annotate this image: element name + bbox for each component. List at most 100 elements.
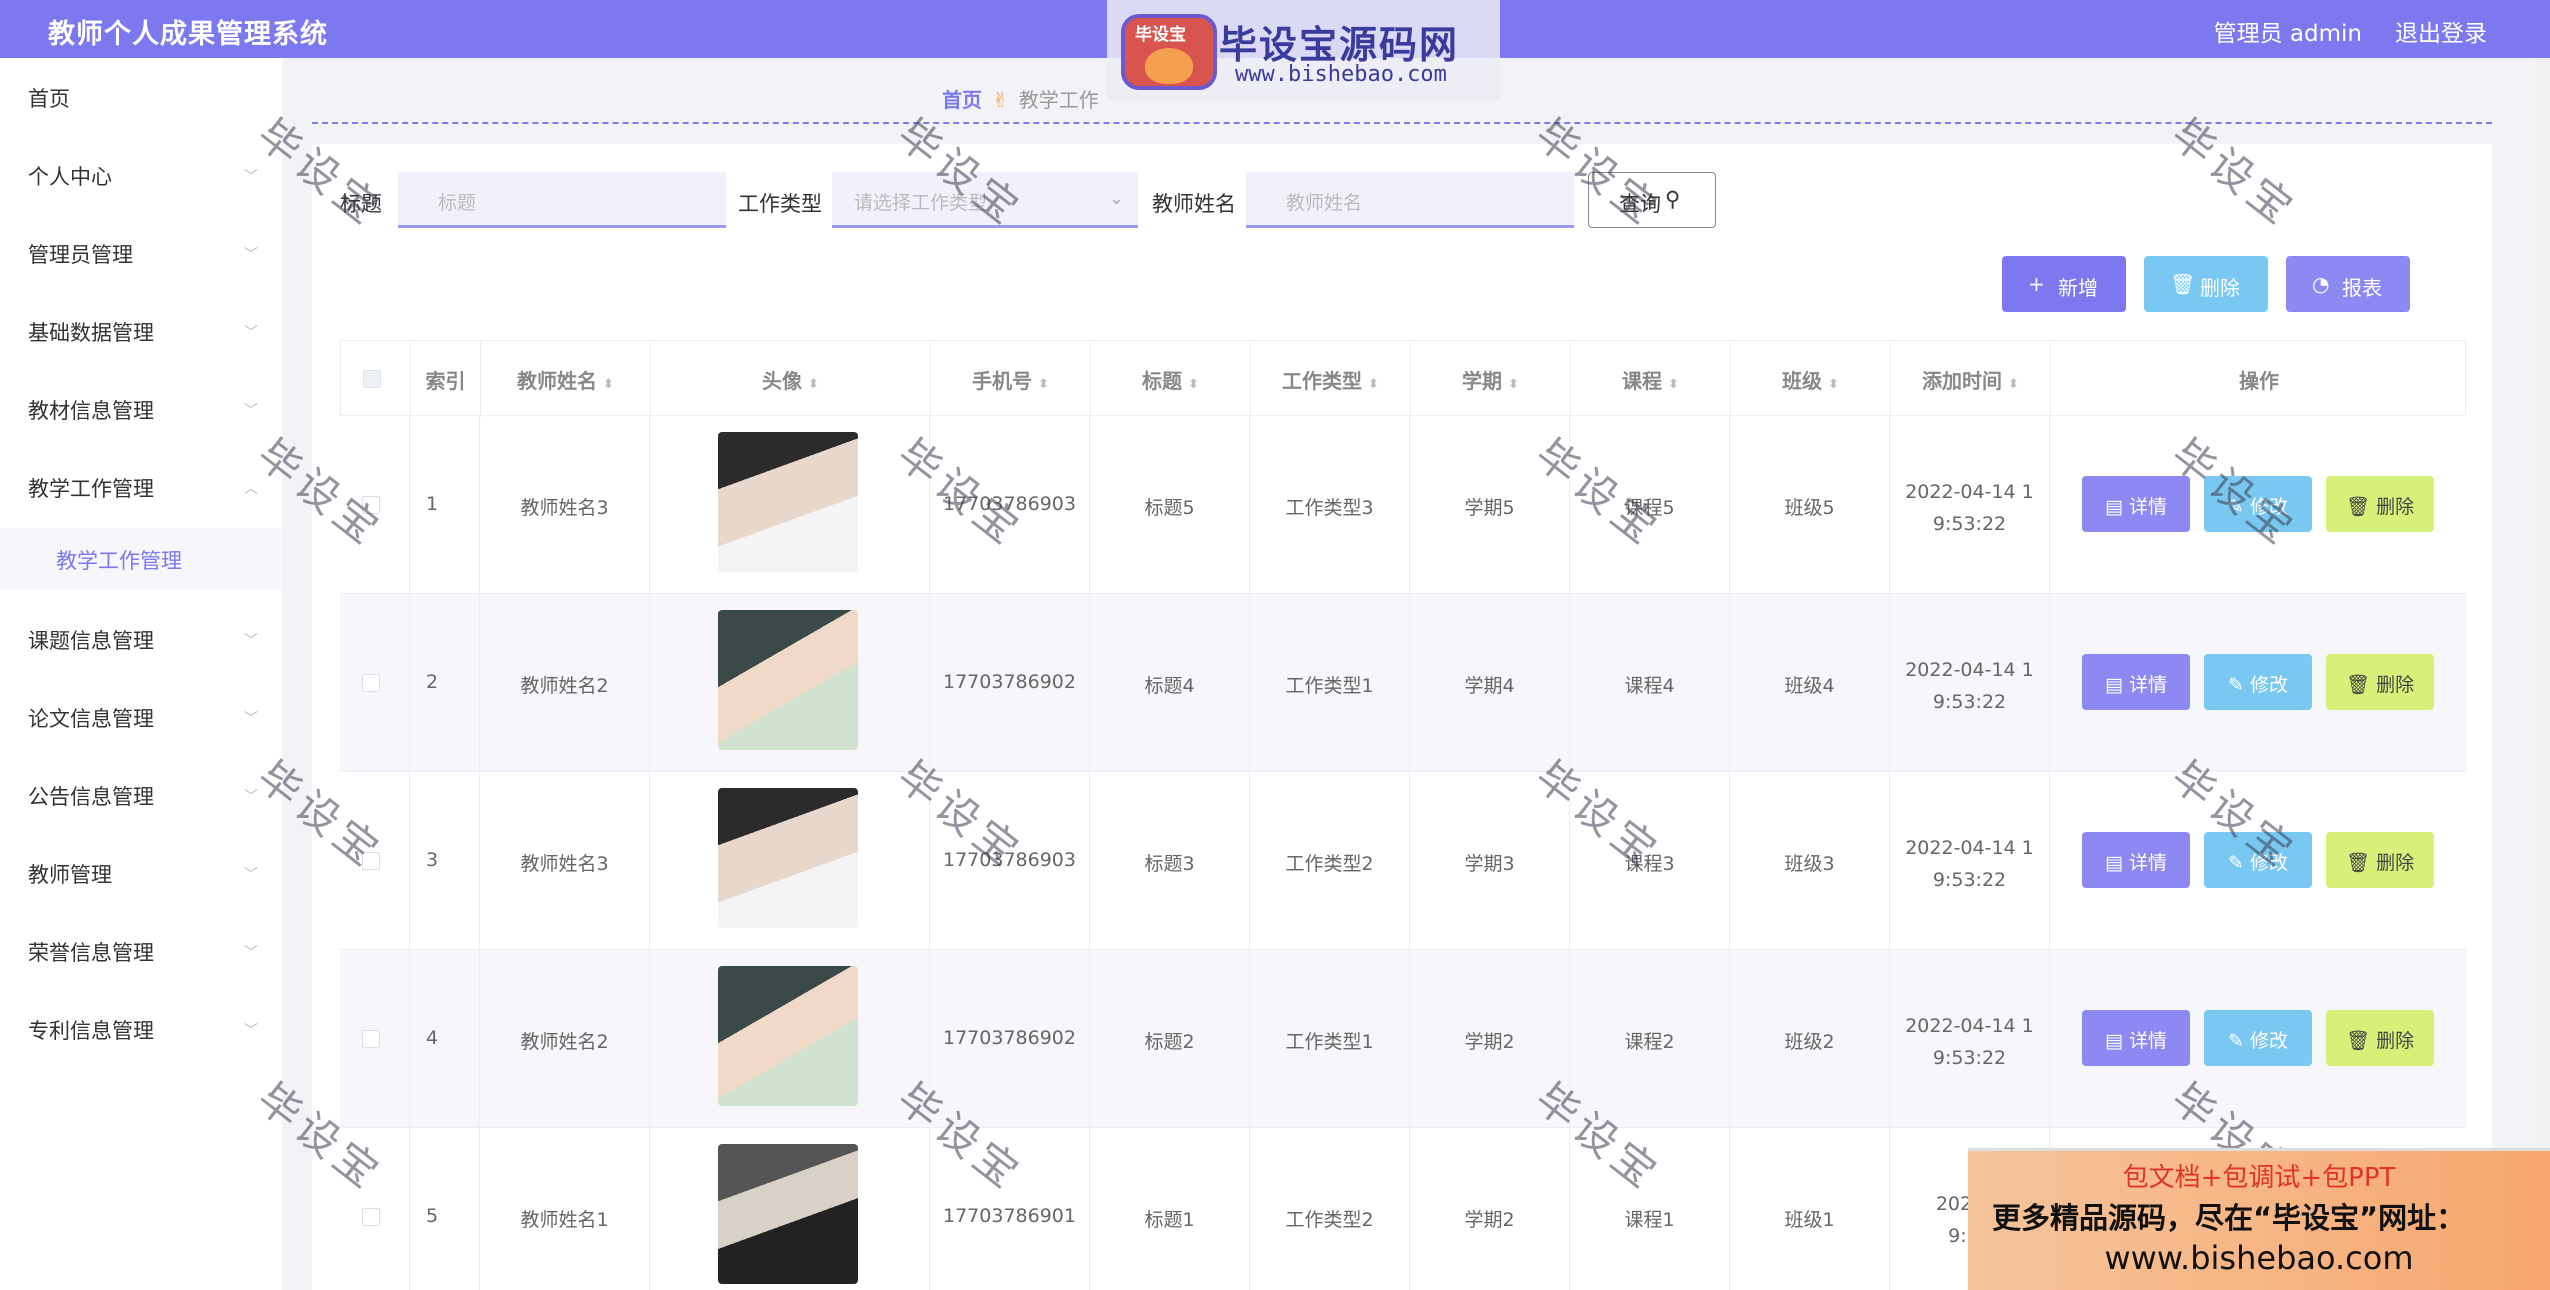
cell-term: 学期3 [1410, 772, 1570, 950]
trash-icon: 🗑 [2170, 272, 2196, 296]
detail-button[interactable]: ▤ 详情 [2082, 832, 2190, 888]
cell-class: 班级1 [1730, 1128, 1890, 1290]
select-all-checkbox[interactable] [363, 370, 381, 388]
avatar[interactable] [718, 610, 858, 750]
cell-class: 班级4 [1730, 594, 1890, 772]
header-added-time[interactable]: 添加时间 ⬍ [1891, 341, 2051, 417]
header-course[interactable]: 课程 ⬍ [1571, 341, 1731, 417]
cell-added-time: 2022-04-14 1 9:53:22 [1890, 416, 2050, 594]
edit-button[interactable]: ✎ 修改 [2204, 476, 2312, 532]
row-checkbox[interactable] [362, 496, 380, 514]
sidebar-item-label: 荣誉信息管理 [28, 941, 154, 965]
sort-icon: ⬍ [1508, 377, 1519, 392]
sidebar-item-topic[interactable]: 课题信息管理 ﹀ [0, 608, 282, 668]
row-checkbox[interactable] [362, 852, 380, 870]
row-checkbox[interactable] [362, 1030, 380, 1048]
sidebar-item-teaching[interactable]: 教学工作管理 ︿ [0, 456, 282, 516]
cell-index: 2 [410, 594, 480, 772]
sidebar-item-patent[interactable]: 专利信息管理 ﹀ [0, 998, 282, 1058]
sidebar-item-label: 教学工作管理 [56, 549, 182, 573]
query-button[interactable]: 查询 ⚲ [1588, 172, 1716, 228]
detail-label: 详情 [2128, 1030, 2167, 1052]
detail-button[interactable]: ▤ 详情 [2082, 1010, 2190, 1066]
avatar[interactable] [718, 1144, 858, 1284]
delete-row-button[interactable]: 🗑 删除 [2326, 476, 2434, 532]
sidebar-item-honor[interactable]: 荣誉信息管理 ﹀ [0, 920, 282, 980]
header-phone[interactable]: 手机号 ⬍ [931, 341, 1091, 417]
sidebar-item-basic-data[interactable]: 基础数据管理 ﹀ [0, 300, 282, 360]
row-checkbox[interactable] [362, 1208, 380, 1226]
header-avatar[interactable]: 头像 ⬍ [651, 341, 931, 417]
header-class[interactable]: 班级 ⬍ [1731, 341, 1891, 417]
chevron-down-icon: ﹀ [244, 247, 258, 263]
cell-avatar [650, 950, 930, 1128]
teacher-name-input[interactable]: 教师姓名 [1246, 172, 1574, 228]
delete-row-button[interactable]: 🗑 删除 [2326, 832, 2434, 888]
sidebar-item-paper[interactable]: 论文信息管理 ﹀ [0, 686, 282, 746]
sidebar-item-home[interactable]: 首页 [0, 66, 282, 126]
trash-icon: 🗑 [2345, 852, 2377, 874]
ad-banner[interactable]: 包文档+包调试+包PPT 更多精品源码，尽在“毕设宝”网址： www.bishe… [1968, 1148, 2550, 1290]
header-work-type[interactable]: 工作类型 ⬍ [1251, 341, 1411, 417]
work-type-label: 工作类型 [738, 192, 822, 216]
logout-link[interactable]: 退出登录 [2395, 14, 2487, 48]
cell-phone: 17703786902 [930, 594, 1090, 772]
report-button[interactable]: ◔ 报表 [2286, 256, 2410, 312]
search-icon: ⚲ [1665, 187, 1681, 211]
trash-icon: 🗑 [2345, 674, 2377, 696]
avatar[interactable] [718, 432, 858, 572]
cell-course: 课程2 [1570, 950, 1730, 1128]
edit-button[interactable]: ✎ 修改 [2204, 654, 2312, 710]
title-input[interactable]: 标题 [398, 172, 726, 228]
scrollbar[interactable] [2536, 58, 2550, 1290]
sidebar-item-label: 专利信息管理 [28, 1019, 154, 1043]
header-label: 索引 [425, 369, 466, 393]
detail-button[interactable]: ▤ 详情 [2082, 654, 2190, 710]
sort-icon: ⬍ [1038, 377, 1049, 392]
row-checkbox[interactable] [362, 674, 380, 692]
cell-class: 班级3 [1730, 772, 1890, 950]
delete-row-button[interactable]: 🗑 删除 [2326, 654, 2434, 710]
header-teacher[interactable]: 教师姓名 ⬍ [481, 341, 651, 417]
header-label: 学期 [1462, 369, 1503, 393]
cell-text: 工作类型1 [1285, 675, 1374, 697]
header-title[interactable]: 标题 ⬍ [1091, 341, 1251, 417]
header-label: 头像 [762, 369, 803, 393]
sidebar-item-textbook[interactable]: 教材信息管理 ﹀ [0, 378, 282, 438]
breadcrumb-home[interactable]: 首页 [942, 88, 982, 112]
sidebar-item-teacher[interactable]: 教师管理 ﹀ [0, 842, 282, 902]
search-form: 标题 标题 工作类型 请选择工作类型 ⌄ 教师姓名 教师姓名 查询 ⚲ [312, 172, 2112, 230]
header-term[interactable]: 学期 ⬍ [1411, 341, 1571, 417]
breadcrumb-current: 教学工作 [1018, 88, 1099, 112]
detail-label: 详情 [2128, 496, 2167, 518]
sidebar-subitem-teaching[interactable]: 教学工作管理 [0, 528, 282, 590]
add-button[interactable]: + 新增 [2002, 256, 2126, 312]
avatar[interactable] [718, 966, 858, 1106]
sidebar-item-personal[interactable]: 个人中心 ﹀ [0, 144, 282, 204]
cell-actions: ▤ 详情 ✎ 修改 🗑 删除 [2050, 416, 2466, 594]
delete-button[interactable]: 🗑 删除 [2144, 256, 2268, 312]
title-placeholder: 标题 [438, 192, 477, 214]
sort-icon: ⬍ [1188, 377, 1199, 392]
header-label: 课程 [1622, 369, 1663, 393]
sidebar-item-notice[interactable]: 公告信息管理 ﹀ [0, 764, 282, 824]
delete-label: 删除 [2376, 1030, 2415, 1052]
edit-button[interactable]: ✎ 修改 [2204, 832, 2312, 888]
row-select [340, 1128, 410, 1290]
header-label: 班级 [1782, 369, 1823, 393]
sidebar-item-label: 课题信息管理 [28, 629, 154, 653]
sort-icon: ⬍ [1368, 377, 1379, 392]
work-type-select[interactable]: 请选择工作类型 ⌄ [832, 172, 1138, 228]
avatar[interactable] [718, 788, 858, 928]
cell-teacher: 教师姓名3 [480, 772, 650, 950]
breadcrumb-separator-icon: ✌ [992, 88, 1009, 112]
sidebar-item-admin[interactable]: 管理员管理 ﹀ [0, 222, 282, 282]
header-index[interactable]: 索引 [411, 341, 481, 417]
edit-button[interactable]: ✎ 修改 [2204, 1010, 2312, 1066]
cell-text: 课程4 [1624, 675, 1675, 697]
cell-title: 标题1 [1090, 1128, 1250, 1290]
detail-button[interactable]: ▤ 详情 [2082, 476, 2190, 532]
sidebar-item-label: 基础数据管理 [28, 321, 154, 345]
delete-row-button[interactable]: 🗑 删除 [2326, 1010, 2434, 1066]
cell-text: 3 [426, 849, 439, 871]
